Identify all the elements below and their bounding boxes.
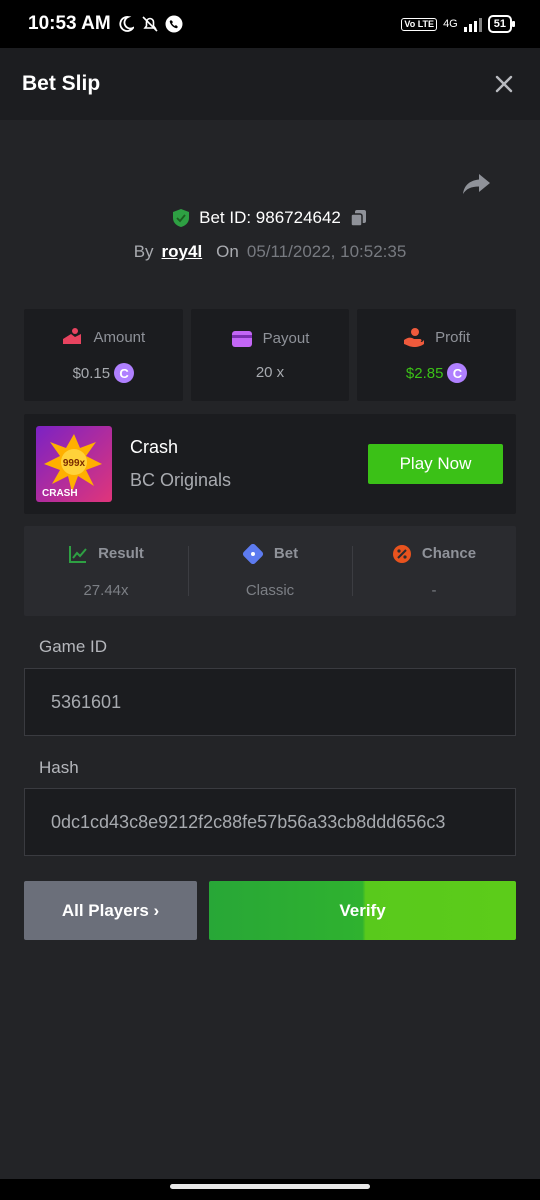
- status-right: Vo LTE 4G 51: [401, 15, 516, 33]
- stat-payout: Payout 20 x: [190, 309, 350, 401]
- chance-cell: Chance -: [352, 526, 516, 616]
- user-link[interactable]: roy4l: [162, 242, 203, 262]
- on-label: On: [216, 242, 239, 261]
- bet-cell: Bet Classic: [188, 526, 352, 616]
- header: Bet Slip: [0, 48, 540, 120]
- profit-value-row: $2.85 C: [406, 363, 468, 383]
- system-nav-bar: [0, 1179, 540, 1200]
- network-type: 4G: [443, 18, 458, 30]
- stat-amount: Amount $0.15 C: [24, 309, 183, 401]
- card-icon: [231, 330, 252, 347]
- profit-value: $2.85: [405, 364, 444, 382]
- battery-icon: 51: [487, 15, 516, 33]
- percent-icon: [392, 544, 411, 563]
- signal-icon: [463, 16, 482, 32]
- game-provider: BC Originals: [130, 470, 232, 490]
- clock: 10:53 AM: [28, 13, 111, 34]
- amount-label: Amount: [93, 328, 146, 346]
- hash-field[interactable]: 0dc1cd43c8e9212f2c88fe57b56a33cb8ddd656c…: [24, 788, 516, 856]
- game-card: 999x CRASH Crash BC Originals Play Now: [24, 414, 516, 514]
- share-icon[interactable]: [462, 172, 492, 196]
- thumb-label: CRASH: [42, 488, 78, 499]
- amount-icon: [63, 328, 82, 344]
- moon-icon: [117, 15, 135, 33]
- result-value: 27.44x: [83, 581, 129, 599]
- profit-label: Profit: [435, 328, 471, 346]
- result-label: Result: [98, 545, 144, 562]
- chance-label: Chance: [421, 545, 477, 562]
- amount-value-row: $0.15 C: [73, 363, 135, 383]
- payout-label: Payout: [262, 330, 310, 347]
- amount-value: $0.15: [72, 364, 111, 382]
- game-name: Crash: [130, 437, 179, 457]
- bet-byline: By roy4l On 05/11/2022, 10:52:35: [0, 242, 540, 262]
- hash-label: Hash: [39, 758, 79, 777]
- verify-button[interactable]: Verify: [209, 881, 516, 940]
- stat-payout-label-row: Payout: [231, 330, 310, 348]
- muted-bell-icon: [141, 15, 159, 33]
- play-now-button[interactable]: Play Now: [368, 444, 503, 484]
- all-players-button[interactable]: All Players ›: [24, 881, 197, 940]
- result-cell: Result 27.44x: [24, 526, 188, 616]
- payout-value: 20 x: [255, 363, 285, 381]
- shield-icon: [173, 209, 190, 227]
- stat-profit-label-row: Profit: [403, 327, 470, 347]
- bet-label: Bet: [273, 545, 299, 562]
- home-handle[interactable]: [170, 1184, 370, 1189]
- stat-amount-label-row: Amount: [61, 327, 145, 347]
- bet-label-row: Bet: [242, 543, 299, 564]
- coin-icon: C: [114, 363, 135, 383]
- dice-icon: [242, 543, 263, 564]
- phone-icon: [165, 15, 183, 33]
- battery-level: 51: [493, 18, 506, 30]
- bet-details: Result 27.44x Bet Classic Chance -: [24, 526, 516, 616]
- by-label: By: [133, 242, 154, 261]
- result-label-row: Result: [68, 544, 144, 564]
- profit-icon: [404, 328, 425, 347]
- coin-icon: C: [447, 363, 468, 383]
- result-icon: [69, 545, 87, 563]
- status-left: 10:53 AM: [28, 13, 183, 35]
- page-title: Bet Slip: [22, 72, 101, 95]
- thumb-badge: 999x: [63, 458, 86, 469]
- chance-label-row: Chance: [392, 544, 476, 564]
- bet-value: Classic: [245, 581, 295, 599]
- payout-value-row: 20 x: [256, 364, 284, 381]
- status-bar: 10:53 AM Vo LTE 4G 51: [0, 0, 540, 48]
- bet-stats: Amount $0.15 C Payout 20 x Profit $2.85 …: [24, 309, 517, 401]
- stat-profit: Profit $2.85 C: [357, 309, 517, 401]
- copy-icon[interactable]: [349, 208, 369, 228]
- game-id-label: Game ID: [39, 637, 108, 656]
- game-id-field[interactable]: 5361601: [24, 668, 516, 736]
- bet-id-row: Bet ID: 986724642: [0, 208, 540, 228]
- game-thumbnail[interactable]: 999x CRASH: [36, 426, 112, 502]
- close-icon[interactable]: [490, 70, 518, 98]
- volte-badge: Vo LTE: [401, 17, 438, 31]
- bet-date: 05/11/2022, 10:52:35: [246, 242, 407, 261]
- chance-value: -: [431, 581, 437, 599]
- bet-id: Bet ID: 986724642: [199, 208, 341, 227]
